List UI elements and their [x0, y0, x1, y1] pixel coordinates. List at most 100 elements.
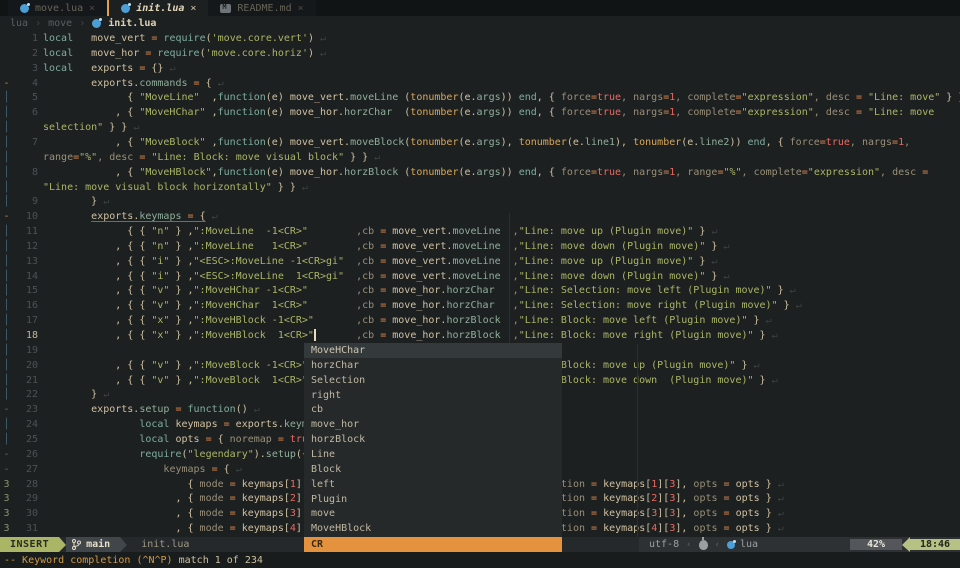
close-icon[interactable]: × — [298, 3, 304, 14]
code-line[interactable]: -4 exports.commands = { ↵ — [0, 76, 960, 91]
code-text: keymaps = { ↵ — [163, 463, 242, 475]
code-line[interactable]: │ 14 , { { "i" } ,"<ESC>:MoveLine 1<CR>gi… — [0, 269, 960, 284]
chevron-left-icon: ‹ — [686, 539, 692, 550]
code-text: local exports = {} ↵ — [43, 62, 176, 74]
code-text: , { { "n" } ,":MoveLine 1<CR>" ,cb = mov… — [43, 240, 730, 252]
completion-item[interactable]: horzChar — [304, 358, 562, 373]
code-text: exports.commands = { ↵ — [43, 77, 224, 89]
completion-item[interactable]: MoveHChar — [304, 343, 562, 358]
code-line[interactable]: │ 12 , { { "n" } ,":MoveLine 1<CR>" ,cb =… — [0, 239, 960, 254]
completion-item[interactable]: move_hor — [304, 417, 562, 432]
close-icon[interactable]: × — [190, 3, 196, 14]
tab-init-lua[interactable]: init.lua × — [107, 0, 209, 16]
code-line[interactable]: 3 local exports = {} ↵ — [0, 61, 960, 76]
completion-item[interactable]: Block — [304, 462, 562, 477]
lua-file-icon — [121, 2, 132, 13]
markdown-file-icon — [220, 3, 232, 13]
code-text: , { "MoveHChar" ,function(e) move_hor.ho… — [43, 107, 935, 119]
completion-item[interactable]: move — [304, 506, 562, 521]
line-number: 1 — [31, 33, 38, 44]
text-cursor — [314, 329, 316, 341]
breadcrumb: lua › move › init.lua — [0, 16, 960, 31]
line-number: 13 — [25, 255, 38, 267]
scroll-progress: 42% — [850, 539, 902, 550]
tab-move-lua[interactable]: move.lua × — [8, 0, 108, 16]
code-text: , { { "x" } ,":MoveHBlock 1<CR>" ,cb = m… — [43, 330, 778, 341]
completion-popup: MoveHChar horzChar Selection right cb move_ho… — [304, 343, 562, 537]
code-line[interactable]: 1 local move_vert = require('move.core.ve… — [0, 31, 960, 46]
line-number: 19 — [25, 344, 38, 356]
git-branch-segment: main — [66, 537, 121, 552]
line-number: 7 — [31, 136, 38, 148]
code-line[interactable]: │ 15 , { { "v" } ,":MoveHChar -1<CR>" ,cb… — [0, 283, 960, 298]
code-text: exports.keymaps = { ↵ — [91, 211, 218, 223]
line-number: 25 — [25, 433, 38, 445]
fold-marker[interactable]: │ — [2, 120, 11, 135]
code-line[interactable]: │ 9 } ↵ — [0, 194, 960, 209]
completion-item-selected[interactable]: CR — [304, 537, 562, 552]
git-branch-icon — [72, 539, 82, 550]
statusline-filename: init.lua — [141, 539, 190, 550]
code-line[interactable]: │ 13 , { { "i" } ,"<ESC>:MoveLine -1<CR>g… — [0, 254, 960, 269]
code-text: selection" } } ↵ — [43, 122, 140, 134]
line-number: 15 — [25, 285, 38, 297]
close-icon[interactable]: × — [89, 3, 95, 14]
tab-readme-md[interactable]: README.md × — [208, 0, 316, 16]
code-text: , { { "i" } ,"<ESC>:MoveLine -1<CR>gi" ,… — [43, 255, 718, 267]
code-text: "Line: move visual block horizontally" }… — [43, 181, 308, 193]
code-line[interactable]: │ 11 { { "n" } ,":MoveLine -1<CR>" ,cb = … — [0, 224, 960, 239]
completion-item[interactable]: right — [304, 388, 562, 403]
code-line-wrap[interactable]: │ selection" } } ↵ — [0, 120, 960, 135]
fold-marker[interactable]: │ — [2, 180, 11, 195]
line-number: 6 — [31, 107, 38, 119]
completion-item[interactable]: Selection — [304, 373, 562, 388]
completion-item[interactable]: Line — [304, 447, 562, 462]
code-text: require("legendary").setup({ — [139, 448, 308, 460]
completion-item[interactable]: horzBlock — [304, 432, 562, 447]
code-line[interactable]: │ 6 , { "MoveHChar" ,function(e) move_hor… — [0, 105, 960, 120]
code-line[interactable]: │ 18 , { { "x" } ,":MoveHBlock 1<CR>" ,cb… — [0, 328, 960, 343]
command-line[interactable]: -- Keyword completion (^N^P) match 1 of … — [0, 552, 960, 568]
os-icon — [698, 536, 708, 550]
tab-label: init.lua — [136, 2, 185, 14]
powerline-separator — [902, 537, 910, 552]
code-line[interactable]: │ 16 , { { "v" } ,":MoveHChar 1<CR>" ,cb … — [0, 298, 960, 313]
fold-marker[interactable]: │ — [2, 150, 11, 165]
line-number: 28 — [25, 478, 38, 490]
code-line[interactable]: │ 5 { "MoveLine" ,function(e) move_vert.m… — [0, 90, 960, 105]
line-number: 14 — [25, 270, 38, 282]
line-number: 2 — [31, 47, 38, 59]
code-line[interactable]: │ 17 , { { "x" } ,":MoveHBlock -1<CR>" ,c… — [0, 313, 960, 328]
code-text: local move_vert = require('move.core.ver… — [43, 33, 327, 44]
code-line-wrap[interactable]: │ "Line: move visual block horizontally" … — [0, 180, 960, 195]
code-line[interactable]: │ 8 , { "MoveHBlock",function(e) move_hor… — [0, 165, 960, 180]
code-text: exports.setup = function() ↵ — [43, 404, 260, 416]
completion-item[interactable]: MoveHBlock — [304, 521, 562, 536]
code-text: local keymaps = exports.keymaps — [139, 419, 326, 431]
breadcrumb-file: init.lua — [108, 18, 157, 29]
line-number: 17 — [25, 315, 38, 327]
line-number: 29 — [25, 493, 38, 505]
line-number: 16 — [25, 300, 38, 312]
powerline-separator — [120, 537, 128, 552]
line-number: 26 — [25, 448, 38, 460]
neovim-window: 1 local move_vert = require('move.core.ve… — [0, 0, 960, 568]
statusline-right: utf-8 ‹ ‹ lua 42% 18:46 — [638, 536, 960, 552]
code-line[interactable]: 2 local move_hor = require('move.core.hor… — [0, 46, 960, 61]
code-text: { { "n" } ,":MoveLine -1<CR>" ,cb = move… — [43, 226, 718, 238]
code-text: } ↵ — [43, 196, 110, 208]
code-line[interactable]: -10 exports.keymaps = { ↵ — [0, 209, 960, 224]
completion-item[interactable]: Plugin — [304, 492, 562, 507]
code-line-wrap[interactable]: │ range="%", desc = "Line: Block: move vi… — [0, 150, 960, 165]
powerline-separator — [59, 537, 67, 552]
clock: 18:46 — [910, 539, 960, 550]
code-text: , { { "i" } ,"<ESC>:MoveLine 1<CR>gi" ,c… — [43, 270, 730, 282]
lua-filetype-icon — [726, 539, 736, 549]
line-number: 10 — [25, 211, 38, 223]
code-line[interactable]: │ 7 , { "MoveBlock" ,function(e) move_ver… — [0, 135, 960, 150]
code-text: , { "MoveHBlock",function(e) move_hor.ho… — [43, 166, 929, 178]
completion-item[interactable]: left — [304, 477, 562, 492]
code-text: local move_hor = require('move.core.hori… — [43, 47, 327, 59]
completion-item[interactable]: cb — [304, 402, 562, 417]
code-text: , { { "v" } ,":MoveHChar 1<CR>" ,cb = mo… — [43, 300, 802, 312]
